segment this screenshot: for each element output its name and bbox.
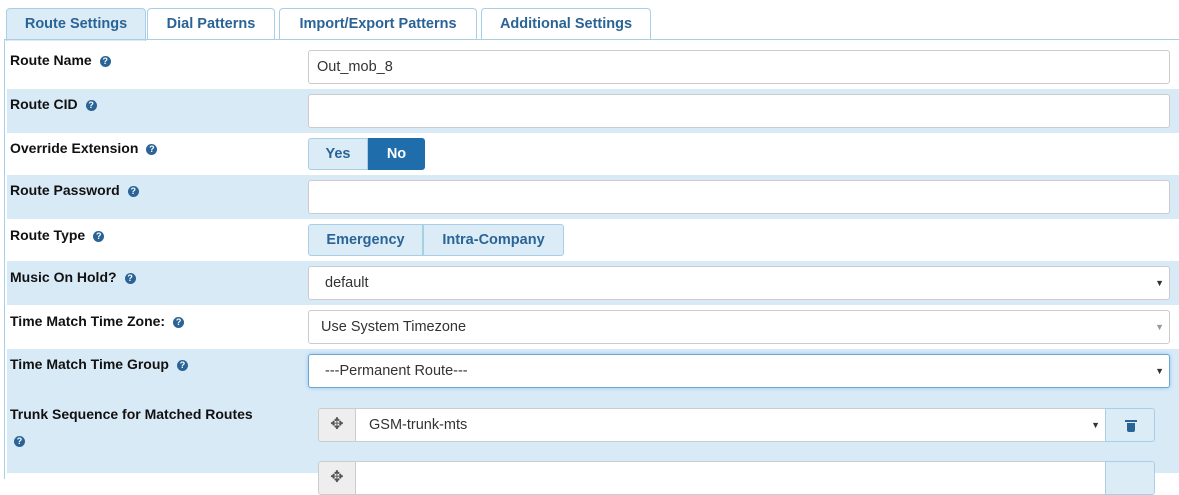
row-trunk-sequence: Trunk Sequence for Matched Routes? ✥ GSM… bbox=[7, 393, 1179, 495]
time-zone-label: Time Match Time Zone:? bbox=[10, 313, 185, 329]
time-zone-select[interactable]: Use System Timezone ▼ bbox=[308, 310, 1170, 344]
override-extension-yes-button[interactable]: Yes bbox=[308, 138, 368, 170]
time-group-value: ---Permanent Route--- bbox=[325, 363, 468, 379]
delete-trunk-button[interactable] bbox=[1105, 461, 1155, 495]
route-password-label: Route Password? bbox=[10, 182, 139, 198]
move-handle-icon[interactable]: ✥ bbox=[318, 461, 356, 495]
override-extension-label: Override Extension? bbox=[10, 140, 158, 156]
tab-dial-patterns[interactable]: Dial Patterns bbox=[147, 8, 275, 40]
help-icon[interactable]: ? bbox=[14, 436, 25, 447]
tab-route-settings[interactable]: Route Settings bbox=[6, 8, 146, 41]
row-route-type: Route Type? Emergency Intra-Company bbox=[7, 219, 1179, 261]
time-zone-value: Use System Timezone bbox=[321, 319, 467, 335]
help-icon[interactable]: ? bbox=[93, 231, 105, 242]
help-icon[interactable]: ? bbox=[99, 56, 111, 67]
move-handle-icon[interactable]: ✥ bbox=[318, 408, 356, 442]
music-on-hold-select[interactable]: default ▼ bbox=[308, 266, 1170, 300]
help-icon[interactable]: ? bbox=[176, 360, 188, 371]
help-icon[interactable]: ? bbox=[127, 186, 139, 197]
time-group-label: Time Match Time Group? bbox=[10, 356, 188, 372]
chevron-down-icon: ▼ bbox=[1091, 420, 1100, 430]
route-type-label: Route Type? bbox=[10, 227, 105, 243]
route-type-intra-company-button[interactable]: Intra-Company bbox=[423, 224, 564, 256]
trunk-row: ✥ bbox=[318, 461, 1155, 495]
override-extension-toggle: Yes No bbox=[308, 138, 425, 170]
help-icon[interactable]: ? bbox=[85, 100, 97, 111]
music-on-hold-value: default bbox=[325, 275, 369, 291]
tab-additional-settings[interactable]: Additional Settings bbox=[481, 8, 651, 40]
time-group-select[interactable]: ---Permanent Route--- ▼ bbox=[308, 354, 1170, 388]
delete-trunk-button[interactable] bbox=[1105, 408, 1155, 442]
tab-import-export-patterns[interactable]: Import/Export Patterns bbox=[279, 8, 477, 40]
route-cid-label: Route CID? bbox=[10, 96, 97, 112]
override-extension-no-button[interactable]: No bbox=[368, 138, 425, 170]
help-icon[interactable]: ? bbox=[146, 144, 158, 155]
chevron-down-icon: ▼ bbox=[1155, 322, 1164, 332]
trunk-select[interactable] bbox=[355, 461, 1106, 495]
help-icon[interactable]: ? bbox=[173, 317, 185, 328]
trunk-sequence-label: Trunk Sequence for Matched Routes? bbox=[10, 406, 253, 447]
row-route-cid: Route CID? bbox=[7, 89, 1179, 133]
route-name-label: Route Name? bbox=[10, 52, 111, 68]
route-cid-input[interactable] bbox=[308, 94, 1170, 128]
row-music-on-hold: Music On Hold?? default ▼ bbox=[7, 261, 1179, 305]
row-route-name: Route Name? Out_mob_8 bbox=[7, 40, 1179, 85]
music-on-hold-label: Music On Hold?? bbox=[10, 269, 136, 285]
route-password-input[interactable] bbox=[308, 180, 1170, 214]
route-type-emergency-button[interactable]: Emergency bbox=[308, 224, 423, 256]
chevron-down-icon: ▼ bbox=[1155, 278, 1164, 288]
row-time-zone: Time Match Time Zone:? Use System Timezo… bbox=[7, 305, 1179, 349]
route-name-input[interactable]: Out_mob_8 bbox=[308, 50, 1170, 84]
trunk-select-value: GSM-trunk-mts bbox=[369, 417, 468, 433]
trunk-row: ✥ GSM-trunk-mts ▼ bbox=[318, 408, 1155, 442]
chevron-down-icon: ▼ bbox=[1155, 366, 1164, 376]
trash-icon bbox=[1125, 420, 1137, 432]
row-time-group: Time Match Time Group? ---Permanent Rout… bbox=[7, 349, 1179, 393]
row-override-extension: Override Extension? Yes No bbox=[7, 133, 1179, 175]
trunk-select[interactable]: GSM-trunk-mts ▼ bbox=[355, 408, 1106, 442]
route-type-toggle: Emergency Intra-Company bbox=[308, 224, 564, 256]
row-route-password: Route Password? bbox=[7, 175, 1179, 219]
help-icon[interactable]: ? bbox=[124, 273, 136, 284]
